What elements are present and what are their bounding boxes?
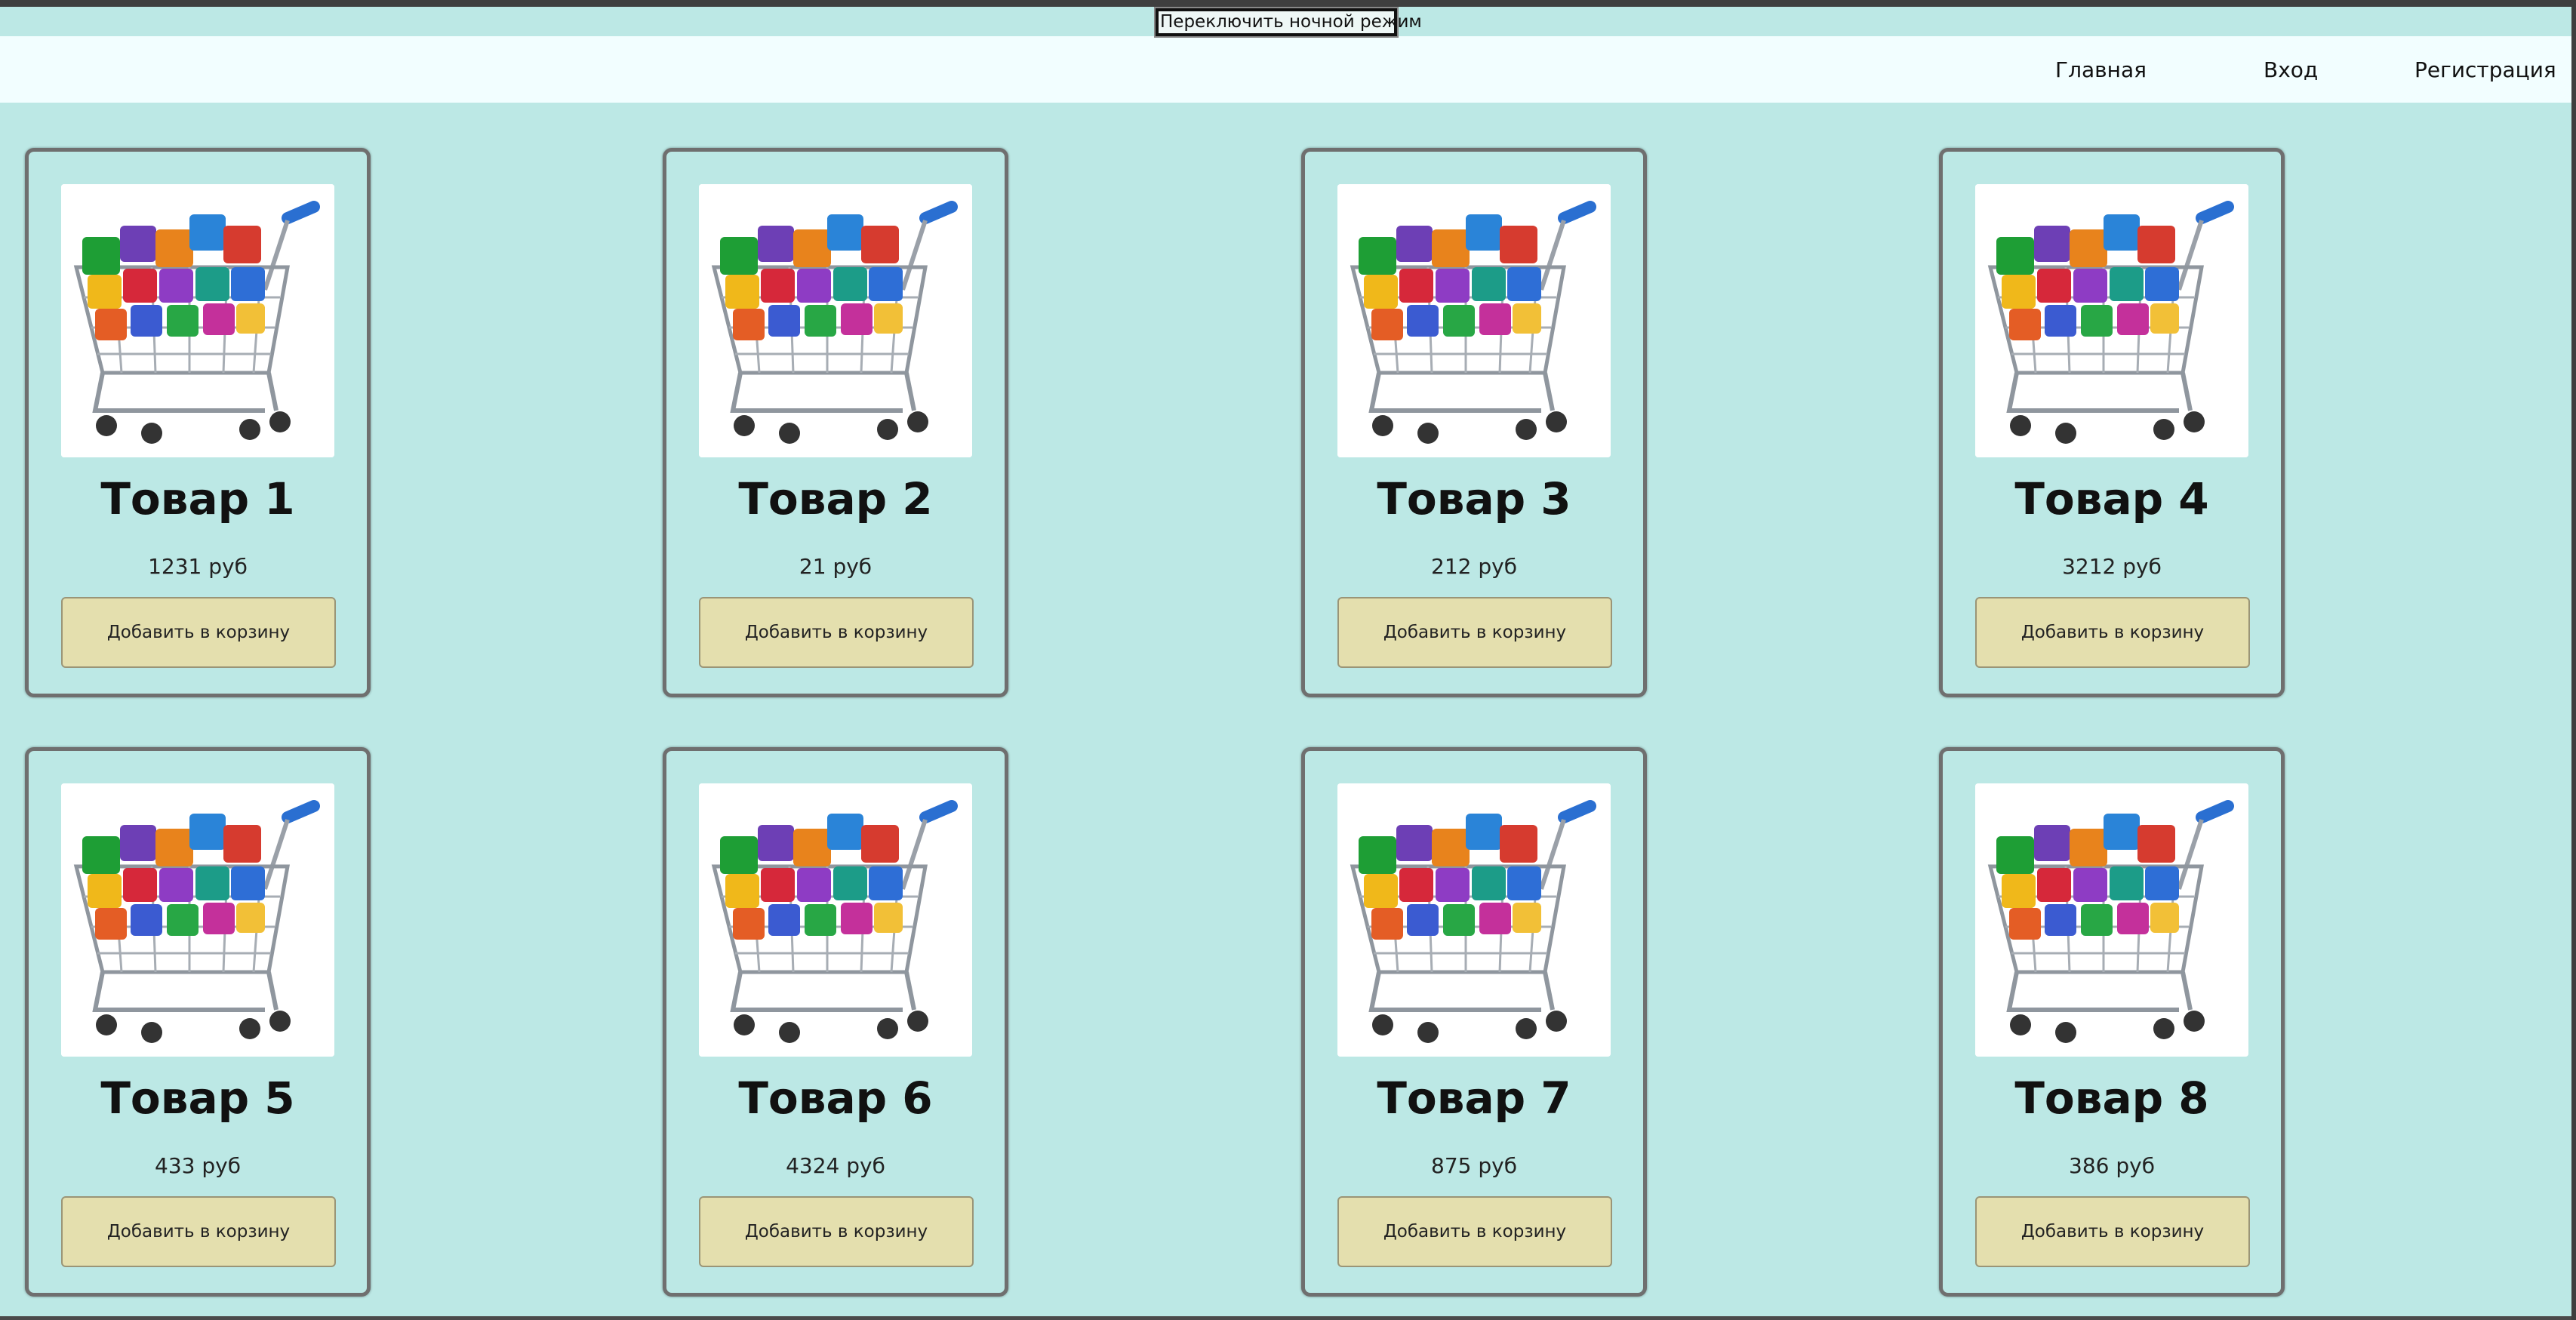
product-title: Товар 7 [1377, 1072, 1571, 1124]
add-to-cart-button[interactable]: Добавить в корзину [1975, 1196, 2250, 1267]
add-to-cart-button[interactable]: Добавить в корзину [699, 597, 974, 668]
top-navbar [0, 36, 2576, 103]
product-title: Товар 4 [2014, 473, 2209, 525]
shopping-cart-icon [61, 184, 334, 457]
nav-link-register[interactable]: Регистрация [2414, 55, 2556, 85]
shopping-cart-icon [1337, 783, 1611, 1057]
product-image [699, 783, 972, 1057]
product-image [61, 783, 334, 1057]
product-price: 1231 руб [148, 554, 248, 579]
add-to-cart-button[interactable]: Добавить в корзину [61, 1196, 336, 1267]
shopping-cart-icon [1975, 184, 2248, 457]
product-image [1337, 184, 1611, 457]
add-to-cart-button[interactable]: Добавить в корзину [1337, 597, 1612, 668]
add-to-cart-button[interactable]: Добавить в корзину [1975, 597, 2250, 668]
product-image [1975, 783, 2248, 1057]
product-card: Товар 1 1231 руб Добавить в корзину [25, 148, 371, 697]
product-image [61, 184, 334, 457]
product-price: 3212 руб [2062, 554, 2162, 579]
product-card: Товар 7 875 руб Добавить в корзину [1301, 747, 1647, 1297]
product-price: 212 руб [1431, 554, 1517, 579]
product-title: Товар 3 [1377, 473, 1571, 525]
product-price: 433 руб [155, 1153, 241, 1178]
shopping-cart-icon [1975, 783, 2248, 1057]
shopping-cart-icon [61, 783, 334, 1057]
product-title: Товар 6 [738, 1072, 933, 1124]
product-price: 386 руб [2069, 1153, 2155, 1178]
product-title: Товар 5 [100, 1072, 295, 1124]
product-card: Товар 6 4324 руб Добавить в корзину [663, 747, 1008, 1297]
night-mode-toggle-button[interactable]: Переключить ночной режим [1154, 7, 1422, 38]
nav-link-login[interactable]: Вход [2264, 55, 2318, 85]
product-title: Товар 1 [100, 473, 295, 525]
product-image [1337, 783, 1611, 1057]
window-top-bar [0, 0, 2576, 7]
window-right-edge [2571, 0, 2576, 1320]
bottom-border [0, 1316, 2576, 1320]
product-card: Товар 3 212 руб Добавить в корзину [1301, 148, 1647, 697]
shopping-cart-icon [699, 783, 972, 1057]
product-card: Товар 8 386 руб Добавить в корзину [1939, 747, 2285, 1297]
product-image [699, 184, 972, 457]
add-to-cart-button[interactable]: Добавить в корзину [1337, 1196, 1612, 1267]
shopping-cart-icon [1337, 184, 1611, 457]
shopping-cart-icon [699, 184, 972, 457]
product-card: Товар 5 433 руб Добавить в корзину [25, 747, 371, 1297]
product-title: Товар 2 [738, 473, 933, 525]
product-price: 4324 руб [786, 1153, 885, 1178]
product-price: 875 руб [1431, 1153, 1517, 1178]
product-image [1975, 184, 2248, 457]
product-card: Товар 2 21 руб Добавить в корзину [663, 148, 1008, 697]
product-card: Товар 4 3212 руб Добавить в корзину [1939, 148, 2285, 697]
product-price: 21 руб [799, 554, 873, 579]
add-to-cart-button[interactable]: Добавить в корзину [61, 597, 336, 668]
add-to-cart-button[interactable]: Добавить в корзину [699, 1196, 974, 1267]
nav-link-home[interactable]: Главная [2055, 55, 2147, 85]
product-title: Товар 8 [2014, 1072, 2209, 1124]
